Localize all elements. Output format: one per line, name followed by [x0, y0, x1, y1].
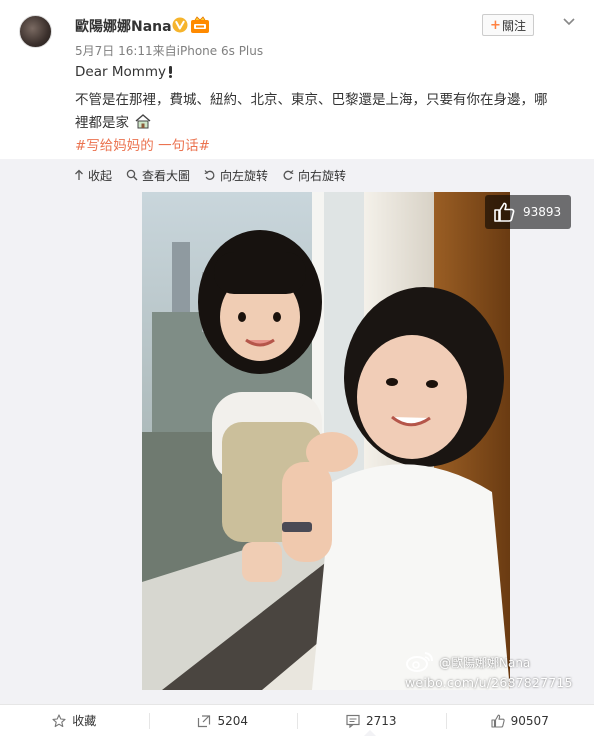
favorite-label: 收藏	[72, 714, 97, 728]
rotate-left-label: 向左旋转	[220, 168, 269, 183]
like-button[interactable]: 90507	[445, 705, 594, 736]
follow-button[interactable]: + 關注	[482, 14, 534, 36]
post-text-line3-content: 裡都是家	[75, 115, 129, 131]
post-text-line3: 裡都是家	[75, 111, 151, 131]
verified-icon	[172, 17, 188, 33]
media-toolbar: 收起 查看大圖 向左旋转 向右旋转	[74, 165, 360, 185]
chevron-down-icon[interactable]	[561, 13, 577, 29]
magnifier-icon	[126, 169, 138, 181]
comment-button[interactable]: 2713	[297, 705, 446, 736]
rotate-right-icon	[283, 170, 294, 180]
avatar[interactable]	[19, 15, 52, 48]
greeting-text: Dear Mommy	[75, 64, 167, 80]
hashtag-link[interactable]: #写给妈妈的 一句话#	[75, 134, 210, 154]
watermark-row: @歐陽娜娜Nana	[405, 651, 575, 673]
photo-watermark: @歐陽娜娜Nana weibo.com/u/2687827715	[405, 651, 575, 690]
collapse-label: 收起	[88, 168, 113, 183]
watermark-url: weibo.com/u/2687827715	[405, 675, 573, 690]
username[interactable]: 歐陽娜娜Nana	[75, 16, 172, 36]
collapse-button[interactable]: 收起	[74, 165, 112, 185]
post-footer: 收藏 5204 2713 90507	[0, 704, 594, 736]
rotate-right-button[interactable]: 向右旋转	[282, 165, 346, 185]
follow-label: 關注	[501, 18, 526, 33]
repost-icon	[198, 714, 211, 727]
rotate-left-button[interactable]: 向左旋转	[204, 165, 268, 185]
repost-count: 5204	[217, 713, 249, 728]
comment-count: 2713	[365, 713, 397, 728]
rotate-right-label: 向右旋转	[298, 168, 347, 183]
photo-like-count: 93893	[523, 205, 562, 219]
post-text-line1: Dear Mommy	[75, 64, 174, 80]
repost-button[interactable]: 5204	[148, 705, 298, 736]
weibo-logo-icon	[406, 652, 433, 672]
arrow-up-icon	[75, 169, 83, 180]
view-large-button[interactable]: 查看大圖	[126, 165, 190, 185]
photo-like-button[interactable]: 93893	[485, 195, 571, 229]
heart-icon	[169, 66, 173, 78]
vip-badge-icon	[191, 16, 209, 33]
post-photo[interactable]	[142, 192, 510, 690]
view-large-label: 查看大圖	[142, 168, 191, 183]
post-meta: 5月7日 16:11来自iPhone 6s Plus	[75, 44, 264, 58]
star-icon	[52, 713, 66, 727]
favorite-button[interactable]: 收藏	[0, 705, 149, 736]
comment-icon	[346, 714, 360, 728]
plus-icon: +	[490, 17, 501, 33]
like-count: 90507	[510, 713, 549, 728]
thumbs-up-icon	[494, 202, 515, 222]
house-icon	[135, 114, 151, 129]
thumbs-up-icon	[491, 714, 505, 728]
post-text-line2: 不管是在那裡，費城、紐約、北京、東京、巴黎還是上海，只要有你在身邊，哪	[75, 92, 548, 108]
watermark-name: @歐陽娜娜Nana	[439, 655, 531, 670]
rotate-left-icon	[204, 170, 215, 180]
